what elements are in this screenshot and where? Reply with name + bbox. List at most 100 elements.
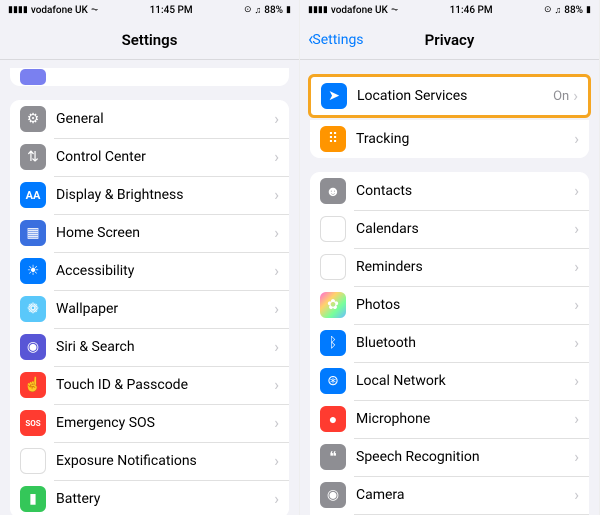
- tracking-icon: ⠿: [320, 126, 346, 152]
- gear-icon: ⚙︎: [20, 106, 46, 132]
- network-icon: ⊛: [320, 368, 346, 394]
- label: Touch ID & Passcode: [56, 377, 274, 393]
- chevron-right-icon: ›: [573, 88, 578, 104]
- label: Photos: [356, 297, 574, 313]
- label: Reminders: [356, 259, 574, 275]
- carrier-label: vodafone UK: [31, 5, 88, 16]
- label: Accessibility: [56, 263, 274, 279]
- row-display-brightness[interactable]: AA Display & Brightness ›: [10, 176, 289, 214]
- aa-icon: AA: [20, 182, 46, 208]
- settings-screen: ▮▮▮▮ vodafone UK ⏦ 11:45 PM ⊙ ♫ 88% ▮ Se…: [0, 0, 300, 515]
- siri-icon: ◉: [20, 334, 46, 360]
- virus-icon: ⌾: [20, 448, 46, 474]
- chevron-right-icon: ›: [274, 187, 279, 203]
- label: Local Network: [356, 373, 574, 389]
- row-exposure-notifications[interactable]: ⌾ Exposure Notifications ›: [10, 442, 289, 480]
- row-siri-search[interactable]: ◉ Siri & Search ›: [10, 328, 289, 366]
- chevron-right-icon: ›: [274, 263, 279, 279]
- row-accessibility[interactable]: ☀ Accessibility ›: [10, 252, 289, 290]
- row-speech-recognition[interactable]: ❝ Speech Recognition ›: [310, 438, 589, 476]
- label: Bluetooth: [356, 335, 574, 351]
- alarm-icon: ⊙: [544, 5, 552, 15]
- chevron-right-icon: ›: [574, 183, 579, 199]
- label: Battery: [56, 491, 274, 507]
- chevron-right-icon: ›: [574, 221, 579, 237]
- nav-bar: Settings: [0, 20, 299, 60]
- status-bar: ▮▮▮▮ vodafone UK ⏦ 11:46 PM ⊙ ♫ 88% ▮: [300, 0, 599, 20]
- battery-icon: ▮: [20, 486, 46, 512]
- chevron-right-icon: ›: [574, 297, 579, 313]
- battery-pct: 88%: [564, 5, 583, 16]
- row-camera[interactable]: ◉ Camera ›: [310, 476, 589, 514]
- carrier-label: vodafone UK: [331, 5, 388, 16]
- chevron-right-icon: ›: [574, 487, 579, 503]
- clock-label: 11:46 PM: [450, 5, 493, 16]
- wifi-icon: ⏦: [391, 5, 398, 15]
- settings-list[interactable]: ⚙︎ General › ⇅ Control Center › AA Displ…: [0, 60, 299, 515]
- back-button[interactable]: ‹ Settings: [308, 31, 364, 49]
- row-battery[interactable]: ▮ Battery ›: [10, 480, 289, 515]
- row-wallpaper[interactable]: ❁ Wallpaper ›: [10, 290, 289, 328]
- truncated-prev-section: [10, 68, 289, 86]
- status-bar: ▮▮▮▮ vodafone UK ⏦ 11:45 PM ⊙ ♫ 88% ▮: [0, 0, 299, 20]
- headset-icon: ♫: [555, 5, 562, 16]
- chevron-right-icon: ›: [574, 131, 579, 147]
- row-bluetooth[interactable]: ᛒ Bluetooth ›: [310, 324, 589, 362]
- chevron-right-icon: ›: [574, 373, 579, 389]
- value: On: [553, 89, 569, 104]
- nav-title: Settings: [122, 31, 178, 49]
- section-general: ⚙︎ General › ⇅ Control Center › AA Displ…: [10, 100, 289, 515]
- label: General: [56, 111, 274, 127]
- label: Calendars: [356, 221, 574, 237]
- row-touch-id[interactable]: ☝ Touch ID & Passcode ›: [10, 366, 289, 404]
- signal-icon: ▮▮▮▮: [308, 5, 328, 15]
- row-calendars[interactable]: ▦ Calendars ›: [310, 210, 589, 248]
- fingerprint-icon: ☝: [20, 372, 46, 398]
- chevron-right-icon: ›: [274, 491, 279, 507]
- grid-icon: ▦: [20, 220, 46, 246]
- row-reminders[interactable]: ⠶ Reminders ›: [310, 248, 589, 286]
- row-tracking[interactable]: ⠿ Tracking ›: [310, 120, 589, 158]
- wifi-icon: ⏦: [91, 5, 98, 15]
- section-location: ⠿ Tracking ›: [310, 120, 589, 158]
- nav-title: Privacy: [425, 31, 475, 49]
- wallpaper-icon: ❁: [20, 296, 46, 322]
- battery-pct: 88%: [264, 5, 283, 16]
- label: Home Screen: [56, 225, 274, 241]
- chevron-right-icon: ›: [274, 301, 279, 317]
- label: Emergency SOS: [56, 415, 274, 431]
- row-control-center[interactable]: ⇅ Control Center ›: [10, 138, 289, 176]
- row-local-network[interactable]: ⊛ Local Network ›: [310, 362, 589, 400]
- row-microphone[interactable]: ● Microphone ›: [310, 400, 589, 438]
- sos-icon: SOS: [20, 410, 46, 436]
- location-arrow-icon: ➤: [321, 83, 347, 109]
- chevron-right-icon: ›: [274, 111, 279, 127]
- photos-icon: ✿: [320, 292, 346, 318]
- row-photos[interactable]: ✿ Photos ›: [310, 286, 589, 324]
- calendar-icon: ▦: [320, 216, 346, 242]
- back-label: Settings: [312, 32, 363, 48]
- label: Tracking: [356, 131, 574, 147]
- row-location-services[interactable]: ➤ Location Services On ›: [311, 77, 588, 115]
- highlight-location-services: ➤ Location Services On ›: [308, 74, 591, 118]
- alarm-icon: ⊙: [244, 5, 252, 15]
- label: Microphone: [356, 411, 574, 427]
- chevron-right-icon: ›: [574, 449, 579, 465]
- reminders-icon: ⠶: [320, 254, 346, 280]
- row-contacts[interactable]: ☻ Contacts ›: [310, 172, 589, 210]
- clock-label: 11:45 PM: [150, 5, 193, 16]
- chevron-right-icon: ›: [274, 149, 279, 165]
- nav-bar: ‹ Settings Privacy: [300, 20, 599, 60]
- label: Control Center: [56, 149, 274, 165]
- battery-icon: ▮: [286, 5, 291, 15]
- privacy-list[interactable]: ➤ Location Services On › ⠿ Tracking › ☻ …: [300, 60, 599, 515]
- row-emergency-sos[interactable]: SOS Emergency SOS ›: [10, 404, 289, 442]
- label: Speech Recognition: [356, 449, 574, 465]
- battery-icon: ▮: [586, 5, 591, 15]
- chevron-right-icon: ›: [274, 225, 279, 241]
- chevron-right-icon: ›: [574, 335, 579, 351]
- label: Location Services: [357, 88, 553, 104]
- row-home-screen[interactable]: ▦ Home Screen ›: [10, 214, 289, 252]
- label: Wallpaper: [56, 301, 274, 317]
- row-general[interactable]: ⚙︎ General ›: [10, 100, 289, 138]
